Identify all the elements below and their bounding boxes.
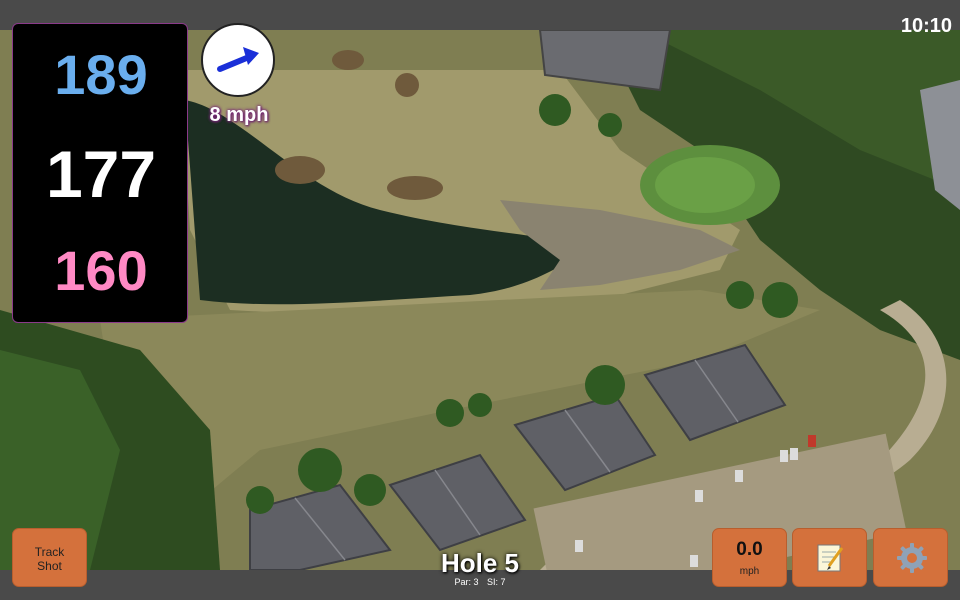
speed-button[interactable]: 0.0 mph — [712, 528, 787, 587]
arrow-icon — [217, 47, 259, 72]
settings-button[interactable] — [873, 528, 948, 587]
gear-icon — [897, 543, 927, 573]
middle-distance: 177 — [45, 137, 157, 211]
track-shot-button[interactable]: Track Shot — [12, 528, 87, 587]
wind-speed: 8 mph — [209, 104, 269, 126]
hole-par: Par: 3 — [454, 577, 479, 587]
golf-gps-app: 10:10 189 177 160 8 mph Track Shot Hole … — [0, 0, 960, 600]
speed-value: 0.0 — [736, 539, 763, 560]
hole-meta: Par: 3 SI: 7 — [380, 577, 580, 587]
track-shot-label-line1: Track — [34, 545, 65, 559]
notes-button[interactable] — [792, 528, 867, 587]
speed-unit: mph — [739, 566, 760, 577]
hole-stroke-index: SI: 7 — [487, 577, 506, 587]
hole-title: Hole 5 — [440, 548, 520, 578]
notepad-icon — [817, 544, 844, 572]
clock: 10:10 — [900, 15, 952, 37]
wind-indicator — [201, 23, 275, 97]
distance-panel: 189 177 160 — [12, 23, 188, 323]
front-distance: 160 — [54, 239, 148, 302]
track-shot-label-line2: Shot — [37, 559, 62, 573]
back-distance: 189 — [54, 43, 148, 106]
